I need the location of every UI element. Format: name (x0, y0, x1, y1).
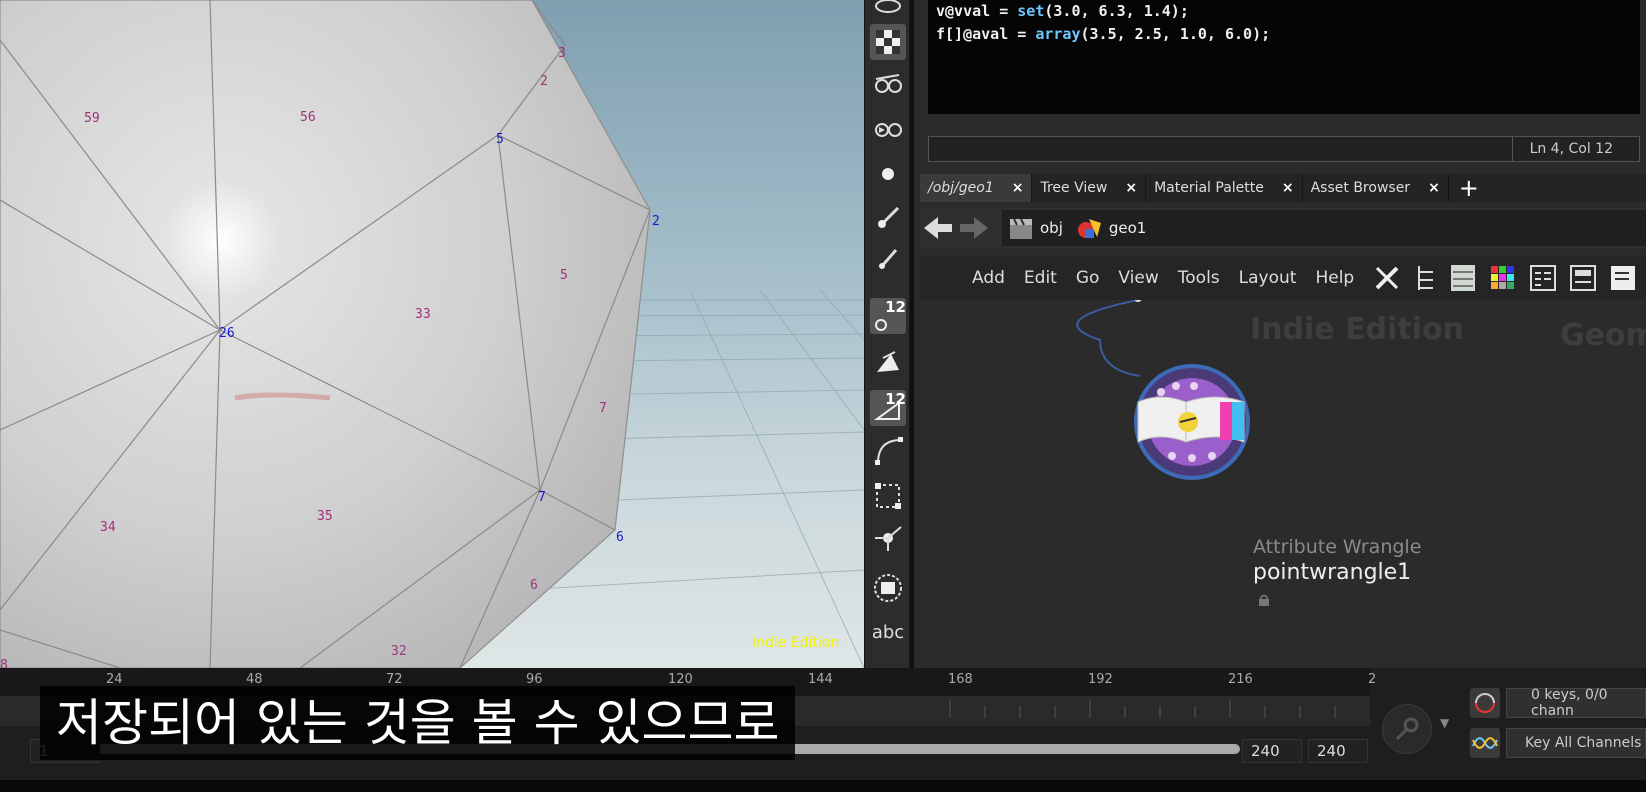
point-display-icon[interactable] (870, 156, 906, 192)
attribute-wrangle-icon (1134, 364, 1250, 480)
tab-obj-geo1[interactable]: /obj/geo1 × (920, 174, 1033, 202)
pointwrangle-node[interactable] (1120, 362, 1260, 482)
uv-grid-icon[interactable] (870, 478, 906, 514)
wrench-icon[interactable] (1373, 263, 1401, 293)
prim-label: 56 (300, 110, 316, 125)
code-text-area[interactable]: v@vval = set(3.0, 6.3, 1.4); f[]@aval = … (928, 0, 1640, 114)
geometry-object-icon (1077, 219, 1101, 238)
cursor-position: Ln 4, Col 12 (1529, 141, 1613, 157)
prim-label: 59 (84, 111, 100, 126)
code-line-1: v@vval = set(3.0, 6.3, 1.4); (936, 2, 1189, 20)
point-label: 7 (538, 490, 546, 505)
network-context-label: Geom (1560, 318, 1646, 353)
tab-tree-view[interactable]: Tree View × (1032, 174, 1147, 202)
prim-label: 33 (415, 307, 431, 322)
template-glasses-icon[interactable] (870, 110, 906, 146)
prim-label: 3 (558, 46, 566, 61)
close-icon[interactable]: × (1125, 180, 1137, 196)
split-pane-icon[interactable] (1569, 263, 1597, 293)
forward-arrow-icon[interactable] (956, 213, 992, 243)
shaded-cube-icon[interactable] (870, 24, 906, 60)
prim-label: 6 (530, 578, 538, 593)
tab-asset-browser[interactable]: Asset Browser × (1303, 174, 1449, 202)
view-icon[interactable] (870, 0, 906, 24)
prim-label: 35 (317, 509, 333, 524)
point-label: 2 (652, 214, 660, 229)
clapper-icon (1010, 218, 1032, 239)
prim-label: 2 (540, 74, 548, 89)
prim-label: 7 (599, 401, 607, 416)
point-label: 26 (219, 326, 235, 341)
point-numbers-icon[interactable]: 12 (870, 298, 906, 334)
menu-help[interactable]: Help (1315, 268, 1354, 288)
menu-view[interactable]: View (1118, 268, 1158, 288)
pane-tab-bar: /obj/geo1 × Tree View × Material Palette × … (920, 174, 1646, 202)
display-options-toolbar: 12 12 abc (864, 0, 910, 668)
code-line-2: f[]@aval = array(3.5, 2.5, 1.0, 6.0); (936, 25, 1271, 43)
point-label: 5 (496, 132, 504, 147)
profile-curve-icon[interactable] (870, 432, 906, 468)
close-icon[interactable]: × (1012, 180, 1024, 196)
path-segment-obj[interactable]: obj (1040, 219, 1063, 237)
geometry-labels: 3 2 59 56 5 2 5 33 26 7 7 34 35 6 6 32 8 (0, 0, 864, 668)
menu-go[interactable]: Go (1076, 268, 1100, 288)
color-palette-icon[interactable] (1489, 263, 1517, 293)
list-view-icon[interactable] (1449, 263, 1477, 293)
bottom-strip (0, 780, 1646, 792)
menu-tools[interactable]: Tools (1178, 268, 1220, 288)
node-type-label: Attribute Wrangle (1253, 536, 1422, 558)
indie-edition-watermark: Indie Edition (1250, 312, 1464, 347)
node-name-label[interactable]: pointwrangle1 (1253, 560, 1411, 585)
menu-add[interactable]: Add (972, 268, 1005, 288)
code-status-bar: Ln 4, Col 12 (928, 136, 1640, 162)
lock-icon[interactable] (1258, 594, 1270, 606)
keys-status: 0 keys, 0/0 chann (1506, 687, 1646, 719)
back-arrow-icon[interactable] (920, 213, 956, 243)
normal-display-icon[interactable] (870, 198, 906, 234)
menu-layout[interactable]: Layout (1239, 268, 1297, 288)
node-wires (1076, 300, 1142, 377)
prim-label: 5 (560, 268, 568, 283)
parameter-list-icon[interactable] (1529, 263, 1557, 293)
close-icon[interactable]: × (1282, 180, 1294, 196)
prim-label: 34 (100, 520, 116, 535)
network-editor-pane: /obj/geo1 × Tree View × Material Palette × … (914, 166, 1646, 668)
notes-icon[interactable] (1609, 263, 1637, 293)
menu-edit[interactable]: Edit (1024, 268, 1057, 288)
path-field[interactable]: obj geo1 (1002, 210, 1646, 246)
key-icon[interactable] (1382, 704, 1432, 754)
prim-label: 8 (0, 658, 8, 668)
video-subtitle: 저장되어 있는 것을 볼 수 있으므로 (40, 686, 796, 760)
text-display-icon[interactable]: abc (870, 614, 906, 650)
point-normal-icon[interactable] (870, 240, 906, 276)
scene-viewport[interactable]: 3 2 59 56 5 2 5 33 26 7 7 34 35 6 6 32 8… (0, 0, 864, 668)
add-tab-icon[interactable]: + (1459, 174, 1479, 202)
indie-edition-watermark: Indie Edition (752, 635, 840, 651)
handle-icon[interactable] (870, 520, 906, 556)
end-frame-field[interactable]: 240 (1242, 739, 1302, 763)
background-display-icon[interactable] (870, 570, 906, 606)
close-icon[interactable]: × (1428, 180, 1440, 196)
primitive-display-icon[interactable] (870, 345, 906, 381)
chevron-down-icon[interactable]: ▼ (1440, 716, 1449, 730)
network-canvas[interactable]: Indie Edition Geom Attribute Wrangle poi… (920, 300, 1646, 668)
vex-code-editor: v@vval = set(3.0, 6.3, 1.4); f[]@aval = … (914, 0, 1646, 166)
primitive-numbers-icon[interactable]: 12 (870, 390, 906, 426)
tree-layout-icon[interactable] (1413, 263, 1437, 293)
channel-curve-icon[interactable] (1470, 728, 1500, 758)
ghost-glasses-icon[interactable] (870, 66, 906, 102)
key-all-channels-button[interactable]: Key All Channels (1506, 728, 1646, 758)
network-menu-bar: Add Edit Go View Tools Layout Help (920, 256, 1646, 300)
tab-material-palette[interactable]: Material Palette × (1146, 174, 1303, 202)
global-end-frame-field[interactable]: 240 (1308, 739, 1368, 763)
auto-update-icon[interactable] (1470, 688, 1500, 718)
prim-label: 32 (391, 644, 407, 659)
path-segment-geo1[interactable]: geo1 (1109, 219, 1146, 237)
path-bar: obj geo1 (920, 208, 1646, 248)
point-label: 6 (616, 530, 624, 545)
